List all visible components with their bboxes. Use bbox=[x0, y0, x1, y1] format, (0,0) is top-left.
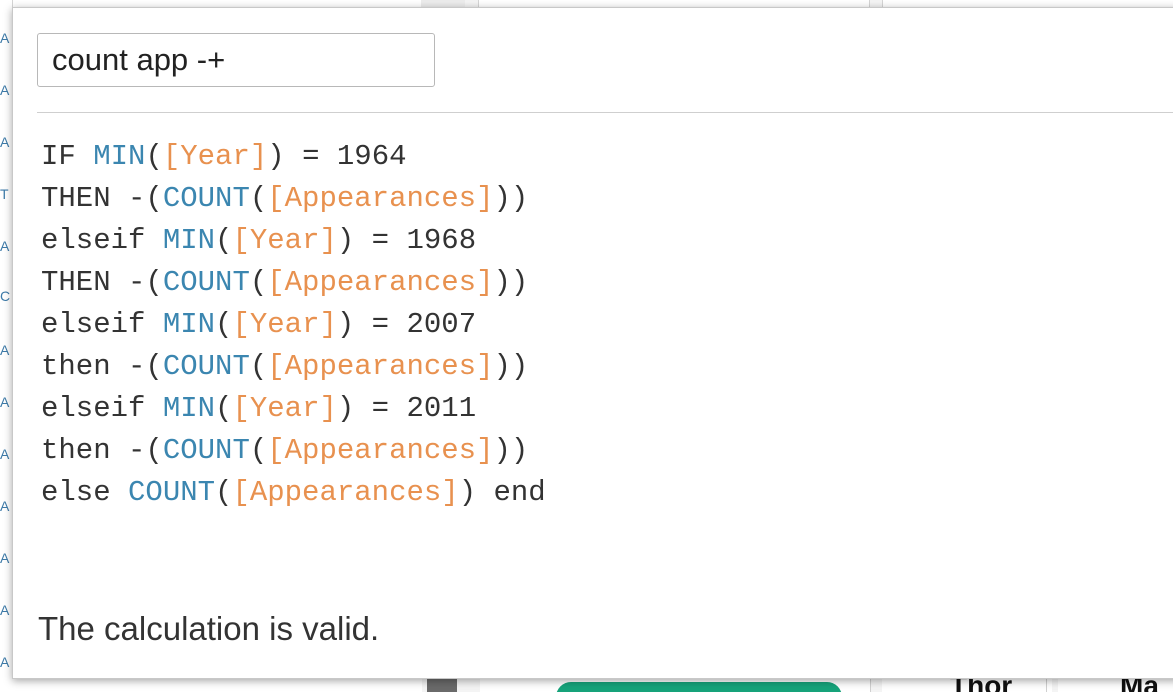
field-type-icon: T bbox=[0, 186, 9, 202]
operator-token: -( bbox=[128, 350, 163, 383]
number-token: 1968 bbox=[406, 224, 477, 257]
operator-token: )) bbox=[493, 350, 529, 383]
function-token: MIN bbox=[93, 140, 146, 173]
field-type-icon: A bbox=[0, 30, 10, 46]
operator-token: ) = bbox=[336, 224, 407, 257]
formula-line: IF MIN([Year]) = 1964 bbox=[41, 136, 1161, 178]
formula-line: else COUNT([Appearances]) end bbox=[41, 472, 1161, 514]
function-token: COUNT bbox=[162, 350, 250, 383]
keyword-token: elseif bbox=[41, 224, 163, 257]
field-type-icon: A bbox=[0, 134, 10, 150]
editor-separator bbox=[37, 112, 1173, 113]
number-token: 1964 bbox=[336, 140, 407, 173]
field-type-icon: A bbox=[0, 654, 10, 670]
calculation-name-input[interactable] bbox=[37, 33, 435, 87]
field-token: [Appearances] bbox=[267, 434, 494, 467]
formula-line: then -(COUNT([Appearances])) bbox=[41, 430, 1161, 472]
keyword-token: then bbox=[41, 350, 129, 383]
formula-line: elseif MIN([Year]) = 2007 bbox=[41, 304, 1161, 346]
number-token: 2007 bbox=[406, 308, 477, 341]
pane-divider bbox=[1046, 677, 1047, 692]
keyword-token: IF bbox=[41, 140, 94, 173]
operator-token: -( bbox=[128, 434, 163, 467]
operator-token: ( bbox=[215, 392, 233, 425]
keyword-token: elseif bbox=[41, 308, 163, 341]
function-token: COUNT bbox=[162, 266, 250, 299]
field-type-icon: A bbox=[0, 82, 10, 98]
function-token: COUNT bbox=[128, 476, 216, 509]
operator-token: ( bbox=[215, 476, 233, 509]
validation-status: The calculation is valid. bbox=[38, 610, 380, 647]
field-type-icon: A bbox=[0, 446, 10, 462]
function-token: MIN bbox=[162, 224, 216, 257]
formula-line: THEN -(COUNT([Appearances])) bbox=[41, 262, 1161, 304]
green-pill-mark[interactable] bbox=[556, 682, 842, 692]
formula-line: THEN -(COUNT([Appearances])) bbox=[41, 178, 1161, 220]
keyword-token: THEN bbox=[41, 182, 129, 215]
operator-token: ( bbox=[249, 350, 268, 383]
field-token: [Year] bbox=[232, 224, 337, 257]
keyword-token: elseif bbox=[41, 392, 163, 425]
keyword-token: else bbox=[41, 476, 129, 509]
operator-token: ( bbox=[215, 224, 233, 257]
keyword-token: then bbox=[41, 434, 129, 467]
operator-token: -( bbox=[128, 266, 163, 299]
keyword-token: end bbox=[493, 476, 546, 509]
field-type-icon: A bbox=[0, 550, 10, 566]
operator-token: )) bbox=[493, 434, 529, 467]
function-token: COUNT bbox=[162, 182, 250, 215]
function-token: MIN bbox=[162, 392, 216, 425]
view-area bbox=[12, 679, 422, 692]
tableau-workspace: A A A T A C A A A A A A A Thor Ma IF MIN… bbox=[0, 0, 1173, 692]
field-token: [Appearances] bbox=[267, 266, 494, 299]
field-type-icon: C bbox=[0, 288, 11, 304]
field-token: [Appearances] bbox=[232, 476, 459, 509]
field-type-icon: A bbox=[0, 342, 10, 358]
function-token: MIN bbox=[162, 308, 216, 341]
operator-token: ) = bbox=[336, 308, 407, 341]
formula-line: elseif MIN([Year]) = 2011 bbox=[41, 388, 1161, 430]
function-token: COUNT bbox=[162, 434, 250, 467]
field-token: [Year] bbox=[232, 308, 337, 341]
formula-line: then -(COUNT([Appearances])) bbox=[41, 346, 1161, 388]
formula-line: elseif MIN([Year]) = 1968 bbox=[41, 220, 1161, 262]
operator-token: ) bbox=[458, 476, 494, 509]
operator-token: -( bbox=[128, 182, 163, 215]
field-token: [Appearances] bbox=[267, 182, 494, 215]
operator-token: ) = bbox=[336, 392, 407, 425]
scrollbar-thumb[interactable] bbox=[427, 679, 457, 692]
operator-token: ( bbox=[249, 266, 268, 299]
field-type-icon: A bbox=[0, 238, 10, 254]
operator-token: ) = bbox=[267, 140, 337, 173]
field-type-icon: A bbox=[0, 602, 10, 618]
calculation-editor-dialog: IF MIN([Year]) = 1964THEN -(COUNT([Appea… bbox=[12, 7, 1173, 679]
operator-token: ( bbox=[249, 182, 268, 215]
pane-divider bbox=[870, 677, 871, 692]
field-type-icon: A bbox=[0, 394, 10, 410]
operator-token: ( bbox=[249, 434, 268, 467]
keyword-token: THEN bbox=[41, 266, 129, 299]
field-type-icon: A bbox=[0, 498, 10, 514]
operator-token: )) bbox=[493, 182, 529, 215]
field-token: [Year] bbox=[232, 392, 337, 425]
operator-token: ( bbox=[145, 140, 163, 173]
field-token: [Appearances] bbox=[267, 350, 494, 383]
number-token: 2011 bbox=[406, 392, 477, 425]
operator-token: ( bbox=[215, 308, 233, 341]
field-token: [Year] bbox=[162, 140, 268, 173]
operator-token: )) bbox=[493, 266, 529, 299]
formula-editor[interactable]: IF MIN([Year]) = 1964 THEN -(COUNT([Appea… bbox=[41, 136, 1161, 536]
